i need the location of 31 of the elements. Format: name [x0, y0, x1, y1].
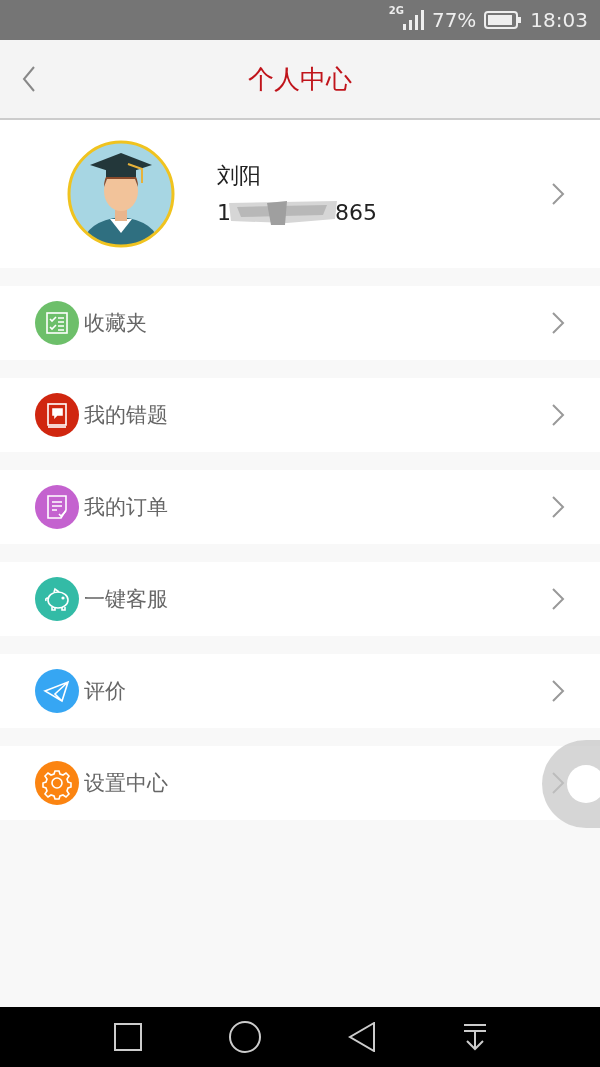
menu-item[interactable]: 我的订单	[0, 470, 600, 544]
profile-card[interactable]: 刘阳 1 865	[0, 120, 600, 268]
menu-item[interactable]: 收藏夹	[0, 286, 600, 360]
chevron-icon	[551, 679, 565, 703]
chevron-icon	[551, 311, 565, 335]
chevron-icon	[551, 403, 565, 427]
chevron-icon	[551, 495, 565, 519]
menu-label: 评价	[84, 678, 127, 705]
square-icon[interactable]	[113, 1023, 142, 1051]
phone-number-start: 1	[217, 199, 231, 225]
chevron-icon	[551, 587, 565, 611]
phone-number-end: 865	[335, 199, 377, 225]
back-triangle-icon[interactable]	[347, 1022, 376, 1052]
network-label: 2G	[388, 5, 404, 16]
menu-label: 我的订单	[84, 494, 169, 521]
pull-down-icon[interactable]	[462, 1023, 487, 1051]
home-icon[interactable]	[228, 1021, 261, 1053]
page-title: 个人中心	[248, 62, 352, 96]
menu-item[interactable]: 评价	[0, 654, 600, 728]
back-icon[interactable]	[22, 66, 36, 92]
menu-label: 设置中心	[84, 770, 169, 797]
clock: 18:03	[530, 8, 588, 32]
menu-label: 收藏夹	[84, 310, 148, 337]
menu-item[interactable]: 我的错题	[0, 378, 600, 452]
menu-label: 一键客服	[84, 586, 169, 613]
user-name: 刘阳	[217, 162, 262, 190]
battery-percent: 77%	[431, 8, 477, 32]
menu-item[interactable]: 一键客服	[0, 562, 600, 636]
menu-label: 我的错题	[84, 402, 169, 429]
battery-icon	[484, 11, 523, 29]
chevron-icon	[551, 182, 565, 206]
